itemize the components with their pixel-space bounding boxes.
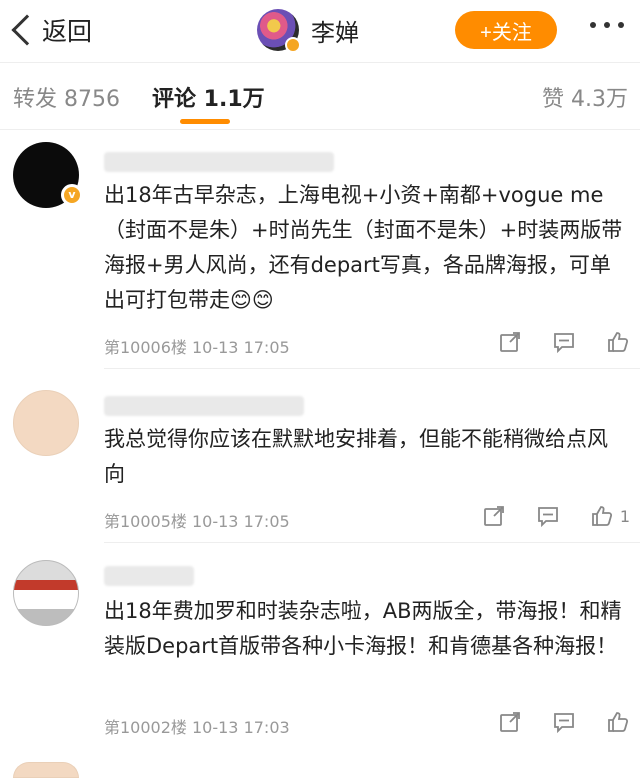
- top-bar: 返回 李婵 +关注: [0, 0, 640, 62]
- commenter-avatar[interactable]: [13, 762, 79, 778]
- comment-meta: 第10006楼 10-13 17:05: [104, 338, 290, 357]
- comment-item: v 出18年古早杂志，上海电视+小资+南都+vogue me（封面不是朱）+时尚…: [0, 130, 640, 370]
- like-button[interactable]: [606, 330, 630, 354]
- commenter-avatar[interactable]: [13, 560, 79, 626]
- share-button[interactable]: [498, 710, 522, 734]
- verified-badge-icon: [285, 37, 301, 53]
- comment-actions: 1: [452, 504, 630, 528]
- profile-header[interactable]: 李婵: [257, 9, 359, 53]
- like-button[interactable]: 1: [590, 504, 630, 528]
- reply-button[interactable]: [552, 330, 576, 354]
- user-name: 李婵: [311, 18, 359, 47]
- share-button[interactable]: [498, 330, 522, 354]
- reply-button[interactable]: [552, 710, 576, 734]
- commenter-avatar[interactable]: [13, 390, 79, 456]
- reply-button[interactable]: [536, 504, 560, 528]
- thumbs-up-icon: [608, 332, 629, 352]
- comment-icon: [537, 507, 558, 528]
- follow-button[interactable]: +关注: [455, 11, 557, 49]
- divider: [104, 542, 640, 543]
- active-tab-indicator: [180, 119, 230, 124]
- tab-comment[interactable]: 评论 1.1万: [152, 81, 265, 113]
- chevron-left-icon: [11, 14, 43, 46]
- commenter-name[interactable]: [104, 152, 334, 172]
- like-button[interactable]: [606, 710, 630, 734]
- comment-icon: [554, 713, 574, 734]
- tab-bar: 转发 8756 评论 1.1万 赞 4.3万: [0, 62, 640, 130]
- comment-icon: [554, 333, 574, 354]
- comment-text: 出18年古早杂志，上海电视+小资+南都+vogue me（封面不是朱）+时尚先生…: [104, 183, 623, 312]
- tab-like[interactable]: 赞 4.3万: [542, 81, 628, 113]
- comment-actions: [468, 710, 630, 734]
- avatar[interactable]: [257, 9, 301, 53]
- back-button[interactable]: 返回: [8, 12, 92, 48]
- share-button[interactable]: [482, 504, 506, 528]
- commenter-name[interactable]: [104, 396, 304, 416]
- comment-text: 出18年费加罗和时装杂志啦，AB两版全，带海报！和精装版Depart首版带各种小…: [104, 599, 622, 658]
- thumbs-up-icon: [608, 712, 629, 732]
- share-icon: [500, 712, 520, 732]
- comment-meta: 第10005楼 10-13 17:05: [104, 512, 290, 531]
- like-count: 1: [619, 506, 630, 526]
- comment-meta: 第10002楼 10-13 17:03: [104, 718, 290, 737]
- comment-text: 我总觉得你应该在默默地安排着，但能不能稍微给点风向: [104, 427, 608, 486]
- comment-actions: [468, 330, 630, 354]
- thumbs-up-icon: [591, 506, 612, 526]
- commenter-avatar[interactable]: v: [13, 142, 83, 208]
- verified-badge-icon: v: [61, 184, 83, 206]
- comment-item: 出18年费加罗和时装杂志啦，AB两版全，带海报！和精装版Depart首版带各种小…: [0, 544, 640, 754]
- tab-repost[interactable]: 转发 8756: [13, 81, 120, 113]
- commenter-name[interactable]: [104, 566, 194, 586]
- more-options-icon[interactable]: [590, 22, 624, 28]
- share-icon: [483, 506, 504, 526]
- divider: [104, 368, 640, 369]
- comment-item: 我总觉得你应该在默默地安排着，但能不能稍微给点风向 第10005楼 10-13 …: [0, 370, 640, 544]
- share-icon: [500, 332, 520, 352]
- back-label: 返回: [42, 17, 93, 46]
